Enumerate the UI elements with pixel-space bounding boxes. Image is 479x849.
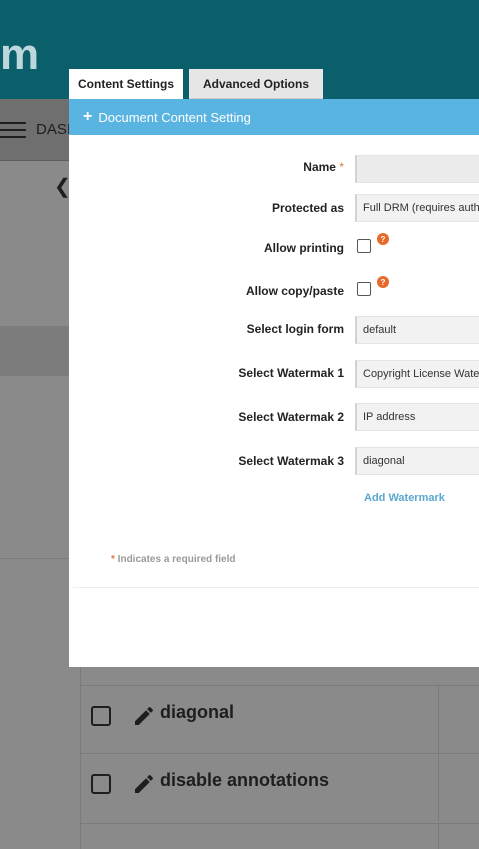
- sidebar-area: [0, 161, 80, 849]
- pencil-icon[interactable]: [132, 772, 156, 796]
- allow-copy-checkbox[interactable]: [357, 282, 371, 296]
- sidebar-band: [0, 326, 80, 376]
- add-watermark-link[interactable]: Add Watermark: [364, 492, 445, 504]
- name-input[interactable]: [355, 155, 479, 183]
- required-field-note: * Indicates a required field: [111, 554, 236, 565]
- pencil-icon[interactable]: [132, 704, 156, 728]
- table-row: [81, 823, 479, 849]
- allow-copy-label: Allow copy/paste: [245, 284, 344, 298]
- required-mark: *: [339, 160, 344, 174]
- tab-advanced-options[interactable]: Advanced Options: [189, 69, 323, 99]
- watermark2-select[interactable]: IP address: [355, 403, 479, 431]
- row-checkbox[interactable]: [91, 774, 111, 794]
- allow-printing-label: Allow printing: [264, 241, 344, 255]
- protected-as-select[interactable]: Full DRM (requires auth: [355, 194, 479, 222]
- help-icon[interactable]: ?: [377, 276, 389, 288]
- login-form-label: Select login form: [246, 322, 344, 336]
- protected-as-label: Protected as: [271, 201, 344, 215]
- table-row[interactable]: disable annotations: [81, 753, 479, 821]
- app-logo: m: [0, 30, 39, 79]
- table-row[interactable]: diagonal: [81, 685, 479, 753]
- watermark1-select[interactable]: Copyright License Wate: [355, 360, 479, 388]
- row-label: disable annotations: [160, 770, 330, 790]
- row-label: diagonal: [160, 702, 235, 722]
- login-form-select[interactable]: default: [355, 316, 479, 344]
- modal-title: Document Content Setting: [98, 109, 251, 125]
- hamburger-menu-icon[interactable]: [0, 122, 26, 140]
- nav-dashboard-label[interactable]: DASI: [36, 121, 71, 138]
- divider: [0, 558, 80, 559]
- plus-icon: +: [83, 108, 93, 125]
- name-label: Name *: [303, 160, 344, 174]
- watermark1-label: Select Watermak 1: [238, 366, 344, 380]
- modal-header: + Document Content Setting: [69, 99, 479, 135]
- divider: [73, 587, 479, 588]
- modal-body: Name * Protected as Full DRM (requires a…: [69, 135, 479, 667]
- help-icon[interactable]: ?: [377, 233, 389, 245]
- allow-printing-checkbox[interactable]: [357, 239, 371, 253]
- tab-content-settings[interactable]: Content Settings: [69, 69, 183, 99]
- watermark3-select[interactable]: diagonal: [355, 447, 479, 475]
- content-settings-modal: Content Settings Advanced Options + Docu…: [69, 69, 479, 667]
- row-checkbox[interactable]: [91, 706, 111, 726]
- watermark2-label: Select Watermak 2: [238, 410, 344, 424]
- watermark-table: diagonal disable annotations: [80, 666, 479, 849]
- watermark3-label: Select Watermak 3: [238, 454, 344, 468]
